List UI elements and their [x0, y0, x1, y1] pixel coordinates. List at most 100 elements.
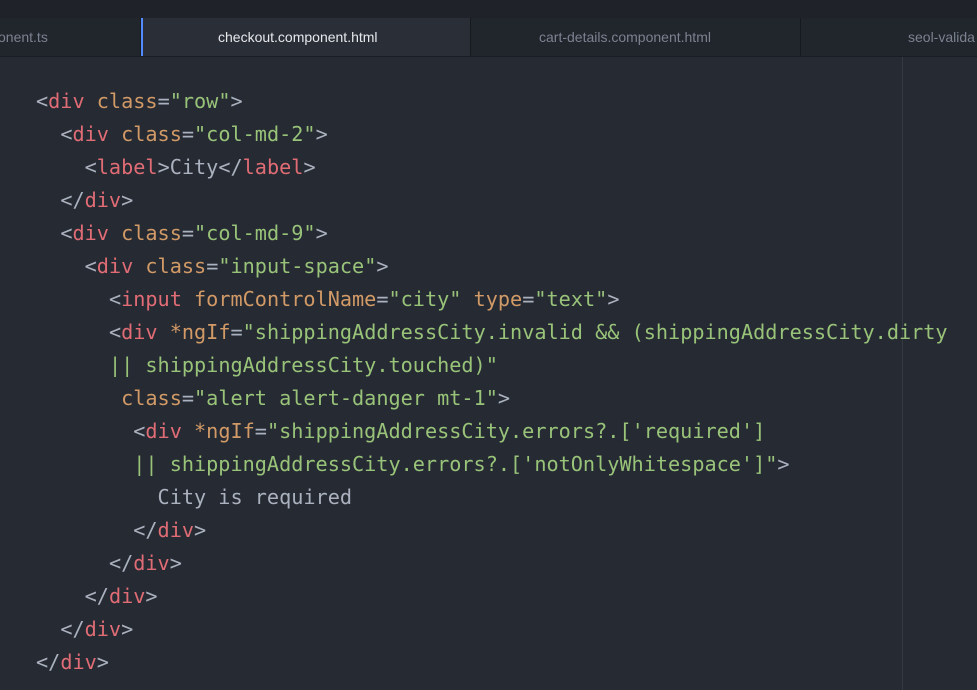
- code-line[interactable]: <input formControlName="city" type="text…: [36, 283, 948, 316]
- code-token: "text": [534, 287, 608, 311]
- code-token: </: [133, 518, 158, 542]
- code-token: </: [218, 155, 243, 179]
- code-token: "city": [388, 287, 462, 311]
- code-line[interactable]: </div>: [36, 580, 948, 613]
- code-token: <: [84, 254, 97, 278]
- code-line[interactable]: <div class="input-space">: [36, 250, 948, 283]
- code-line[interactable]: <div class="col-md-9">: [36, 217, 948, 250]
- code-token: || shippingAddressCity.errors?.['notOnly…: [133, 452, 778, 476]
- code-token: label: [242, 155, 304, 179]
- code-token: >: [315, 122, 328, 146]
- code-token: =: [254, 419, 267, 443]
- code-line[interactable]: || shippingAddressCity.errors?.['notOnly…: [36, 448, 948, 481]
- code-token: "shippingAddressCity.invalid && (shippin…: [242, 320, 948, 344]
- code-token: div: [145, 419, 182, 443]
- editor-window: onent.ts checkout.component.html cart-de…: [0, 0, 977, 690]
- code-token: label: [96, 155, 158, 179]
- tab-checkout-component-html[interactable]: checkout.component.html: [141, 18, 471, 56]
- code-token: >: [303, 155, 316, 179]
- tab-label: seol-valida: [908, 29, 975, 45]
- code-token: =: [206, 254, 219, 278]
- code-line[interactable]: </div>: [36, 613, 948, 646]
- code-token: >: [145, 584, 158, 608]
- code-line[interactable]: </div>: [36, 514, 948, 547]
- code-token: =: [157, 89, 170, 113]
- title-strip: [0, 0, 977, 18]
- tab-component-ts[interactable]: onent.ts: [0, 18, 141, 56]
- code-token: >: [169, 551, 182, 575]
- code-token: *ngIf: [194, 419, 255, 443]
- code-token: input: [121, 287, 182, 311]
- code-token: =: [230, 320, 243, 344]
- code-token: </: [84, 584, 109, 608]
- tab-seol-validation[interactable]: seol-valida: [801, 18, 977, 56]
- code-line[interactable]: </div>: [36, 184, 948, 217]
- code-line[interactable]: </div>: [36, 646, 948, 679]
- code-line[interactable]: || shippingAddressCity.touched)": [36, 349, 948, 382]
- code-token: =: [181, 386, 195, 410]
- code-line[interactable]: class="alert alert-danger mt-1">: [36, 382, 948, 415]
- code-line[interactable]: <div class="row">: [36, 85, 948, 118]
- code-token: >: [315, 221, 328, 245]
- tab-label: onent.ts: [0, 29, 48, 45]
- tab-bar: onent.ts checkout.component.html cart-de…: [0, 18, 977, 57]
- code-token: >: [376, 254, 389, 278]
- code-token: class: [121, 122, 182, 146]
- code-token: <: [60, 122, 73, 146]
- code-editor[interactable]: <div class="row"> <div class="col-md-2">…: [0, 57, 977, 690]
- code-token: >: [121, 617, 134, 641]
- code-token: div: [84, 188, 122, 212]
- code-token: >: [497, 386, 511, 410]
- code-token: class: [121, 386, 182, 410]
- code-token: </: [108, 551, 134, 575]
- code-token: >: [230, 89, 243, 113]
- code-token: <: [84, 155, 97, 179]
- code-token: "col-md-9": [194, 221, 316, 245]
- code-token: =: [181, 221, 195, 245]
- code-line[interactable]: <div *ngIf="shippingAddressCity.errors?.…: [36, 415, 948, 448]
- code-token: div: [108, 584, 146, 608]
- tab-label: checkout.component.html: [218, 29, 378, 45]
- code-token: <: [108, 287, 122, 311]
- code-token: =: [522, 287, 535, 311]
- code-token: div: [72, 221, 109, 245]
- code-token: "row": [169, 89, 231, 113]
- code-token: "alert alert-danger mt-1": [194, 386, 498, 410]
- code-token: formControlName: [194, 287, 377, 311]
- code-line[interactable]: City is required: [36, 481, 948, 514]
- code-token: >: [777, 452, 790, 476]
- code-token: City: [169, 155, 219, 179]
- code-token: </: [60, 188, 85, 212]
- code-token: City is required: [36, 485, 353, 509]
- code-line[interactable]: <div *ngIf="shippingAddressCity.invalid …: [36, 316, 948, 349]
- code-token: class: [121, 221, 182, 245]
- code-token: <: [108, 320, 122, 344]
- code-line[interactable]: <div class="col-md-2">: [36, 118, 948, 151]
- code-token: div: [157, 518, 195, 542]
- code-token: <: [60, 221, 73, 245]
- code-token: </: [36, 650, 61, 674]
- code-line[interactable]: </div>: [36, 547, 948, 580]
- code-content[interactable]: <div class="row"> <div class="col-md-2">…: [36, 85, 948, 679]
- code-token: >: [121, 188, 134, 212]
- code-token: div: [84, 617, 122, 641]
- code-token: =: [181, 122, 195, 146]
- tab-cart-details-component-html[interactable]: cart-details.component.html: [471, 18, 801, 56]
- code-token: <: [36, 89, 49, 113]
- code-line[interactable]: <label>City</label>: [36, 151, 948, 184]
